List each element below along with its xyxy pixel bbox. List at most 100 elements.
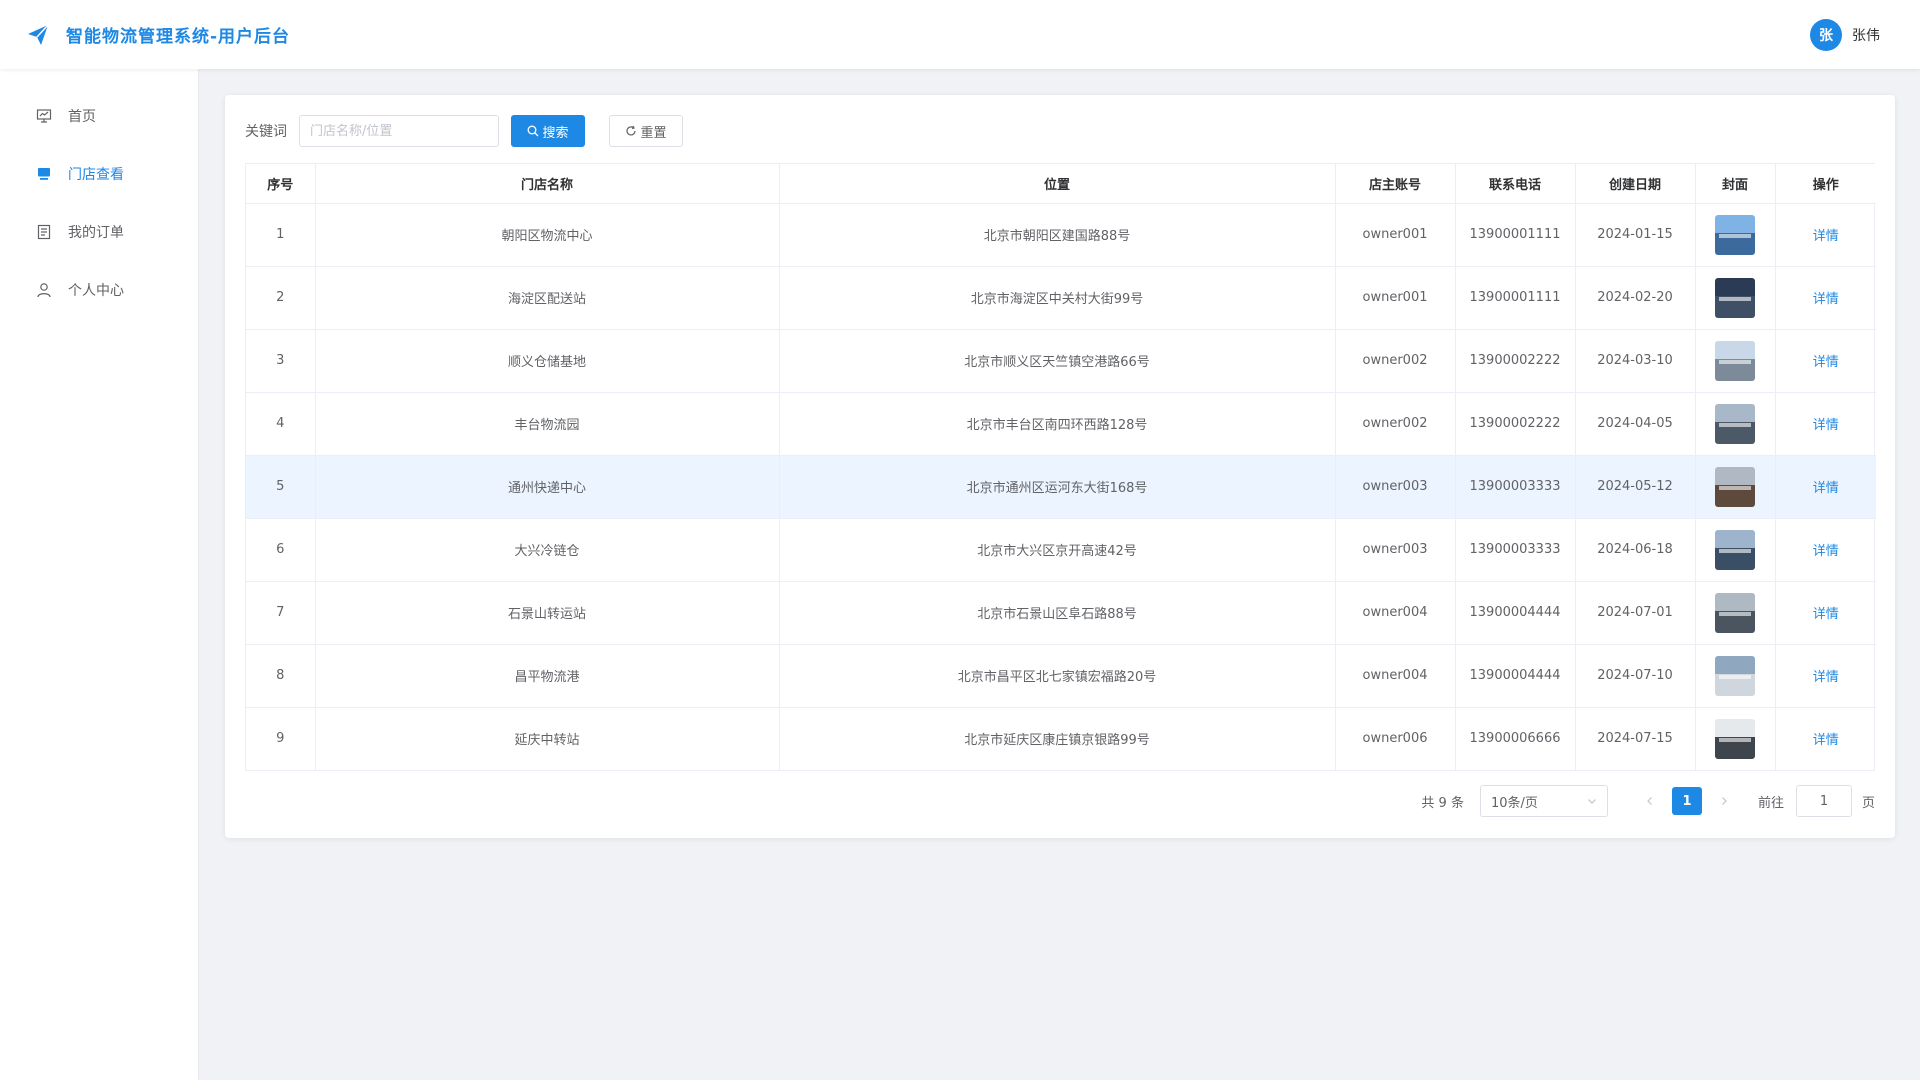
column-header-owner: 店主账号 — [1335, 164, 1456, 204]
cell-created-date: 2024-02-20 — [1575, 266, 1696, 330]
search-button-label: 搜索 — [542, 125, 569, 141]
cell-index: 7 — [246, 581, 316, 645]
cell-phone: 13900002222 — [1455, 329, 1576, 393]
cell-action: 详情 — [1775, 455, 1876, 519]
chevron-down-icon — [1588, 799, 1596, 804]
store-cover-image[interactable] — [1715, 592, 1755, 633]
sidebar-item-label: 门店查看 — [68, 167, 124, 183]
table-row[interactable]: 5 通州快递中心 北京市通州区运河东大街168号 owner003 1390000333… — [246, 455, 1876, 519]
cell-phone: 13900003333 — [1455, 518, 1576, 582]
cell-owner-account: owner001 — [1335, 266, 1456, 330]
cell-phone: 13900006666 — [1455, 707, 1576, 770]
cell-index: 4 — [246, 392, 316, 456]
store-cover-image[interactable] — [1715, 277, 1755, 318]
cell-cover — [1695, 266, 1776, 330]
search-icon — [528, 125, 539, 137]
cell-owner-account: owner001 — [1335, 203, 1456, 267]
cell-created-date: 2024-07-10 — [1575, 644, 1696, 708]
keyword-label: 关键词 — [245, 124, 287, 140]
detail-link[interactable]: 详情 — [1813, 607, 1839, 622]
store-cover-image[interactable] — [1715, 466, 1755, 507]
document-icon — [37, 224, 51, 240]
detail-link[interactable]: 详情 — [1813, 355, 1839, 370]
cell-index: 8 — [246, 644, 316, 708]
sidebar: 首页 门店查看 我的订单 个人中心 — [0, 69, 199, 1080]
user-menu[interactable]: 张 张伟 — [1810, 19, 1880, 51]
table-row[interactable]: 3 顺义仓储基地 北京市顺义区天竺镇空港路66号 owner002 1390000222… — [246, 329, 1876, 393]
cell-owner-account: owner003 — [1335, 518, 1456, 582]
store-cover-image[interactable] — [1715, 214, 1755, 255]
avatar[interactable]: 张 — [1810, 19, 1842, 51]
table-row[interactable]: 7 石景山转运站 北京市石景山区阜石路88号 owner004 13900004444 2… — [246, 581, 1876, 645]
sidebar-item-orders[interactable]: 我的订单 — [0, 203, 198, 261]
search-button[interactable]: 搜索 — [511, 115, 585, 147]
prev-page-button[interactable] — [1642, 793, 1658, 809]
keyword-input[interactable] — [299, 115, 499, 147]
cell-location: 北京市通州区运河东大街168号 — [779, 455, 1336, 519]
cell-location: 北京市海淀区中关村大街99号 — [779, 266, 1336, 330]
table-row[interactable]: 1 朝阳区物流中心 北京市朝阳区建国路88号 owner001 13900001111 2… — [246, 203, 1876, 267]
table-row[interactable]: 9 延庆中转站 北京市延庆区康庄镇京银路99号 owner006 13900006666… — [246, 707, 1876, 770]
cell-index: 3 — [246, 329, 316, 393]
page-size-select[interactable]: 10条/页 — [1479, 785, 1608, 817]
cell-store-name: 延庆中转站 — [315, 707, 780, 770]
cell-store-name: 海淀区配送站 — [315, 266, 780, 330]
detail-link[interactable]: 详情 — [1813, 733, 1839, 748]
cell-location: 北京市顺义区天竺镇空港路66号 — [779, 329, 1336, 393]
cell-location: 北京市石景山区阜石路88号 — [779, 581, 1336, 645]
cell-created-date: 2024-04-05 — [1575, 392, 1696, 456]
goto-page-input[interactable] — [1795, 785, 1852, 817]
refresh-icon — [626, 125, 637, 136]
cell-cover — [1695, 455, 1776, 519]
table-row[interactable]: 2 海淀区配送站 北京市海淀区中关村大街99号 owner001 13900001111… — [246, 266, 1876, 330]
user-icon — [37, 283, 51, 298]
column-header-action: 操作 — [1775, 164, 1876, 204]
cell-cover — [1695, 392, 1776, 456]
cell-location: 北京市大兴区京开高速42号 — [779, 518, 1336, 582]
chevron-left-icon — [1647, 797, 1652, 805]
cell-created-date: 2024-03-10 — [1575, 329, 1696, 393]
cell-index: 2 — [246, 266, 316, 330]
page-label: 页 — [1861, 795, 1875, 811]
detail-link[interactable]: 详情 — [1813, 418, 1839, 433]
cell-cover — [1695, 644, 1776, 708]
cell-created-date: 2024-07-15 — [1575, 707, 1696, 770]
table-row[interactable]: 8 昌平物流港 北京市昌平区北七家镇宏福路20号 owner004 1390000444… — [246, 644, 1876, 708]
store-cover-image[interactable] — [1715, 655, 1755, 696]
column-header-location: 位置 — [779, 164, 1336, 204]
cell-action: 详情 — [1775, 518, 1876, 582]
sidebar-item-profile[interactable]: 个人中心 — [0, 261, 198, 319]
app-title: 智能物流管理系统-用户后台 — [66, 27, 291, 47]
cell-action: 详情 — [1775, 707, 1876, 770]
store-list-card: 关键词 搜索 重置 序号 门店名称 位置 — [225, 95, 1895, 838]
store-cover-image[interactable] — [1715, 403, 1755, 444]
cell-created-date: 2024-01-15 — [1575, 203, 1696, 267]
detail-link[interactable]: 详情 — [1813, 229, 1839, 244]
table-row[interactable]: 6 大兴冷链仓 北京市大兴区京开高速42号 owner003 13900003333 20… — [246, 518, 1876, 582]
table-row[interactable]: 4 丰台物流园 北京市丰台区南四环西路128号 owner002 13900002222… — [246, 392, 1876, 456]
cell-created-date: 2024-07-01 — [1575, 581, 1696, 645]
store-cover-image[interactable] — [1715, 529, 1755, 570]
detail-link[interactable]: 详情 — [1813, 292, 1839, 307]
store-cover-image[interactable] — [1715, 718, 1755, 759]
sidebar-item-stores[interactable]: 门店查看 — [0, 145, 198, 203]
detail-link[interactable]: 详情 — [1813, 481, 1839, 496]
page-number-current[interactable]: 1 — [1671, 787, 1702, 815]
search-bar: 关键词 搜索 重置 — [245, 115, 683, 147]
cell-location: 北京市朝阳区建国路88号 — [779, 203, 1336, 267]
cell-action: 详情 — [1775, 581, 1876, 645]
cell-index: 6 — [246, 518, 316, 582]
cell-phone: 13900004444 — [1455, 644, 1576, 708]
cell-cover — [1695, 329, 1776, 393]
store-cover-image[interactable] — [1715, 340, 1755, 381]
cell-owner-account: owner002 — [1335, 392, 1456, 456]
next-page-button[interactable] — [1716, 793, 1732, 809]
detail-link[interactable]: 详情 — [1813, 670, 1839, 685]
sidebar-item-home[interactable]: 首页 — [0, 87, 198, 145]
cell-location: 北京市昌平区北七家镇宏福路20号 — [779, 644, 1336, 708]
column-header-index: 序号 — [246, 164, 316, 204]
cell-cover — [1695, 707, 1776, 770]
reset-button[interactable]: 重置 — [609, 115, 683, 147]
username[interactable]: 张伟 — [1852, 25, 1880, 45]
detail-link[interactable]: 详情 — [1813, 544, 1839, 559]
